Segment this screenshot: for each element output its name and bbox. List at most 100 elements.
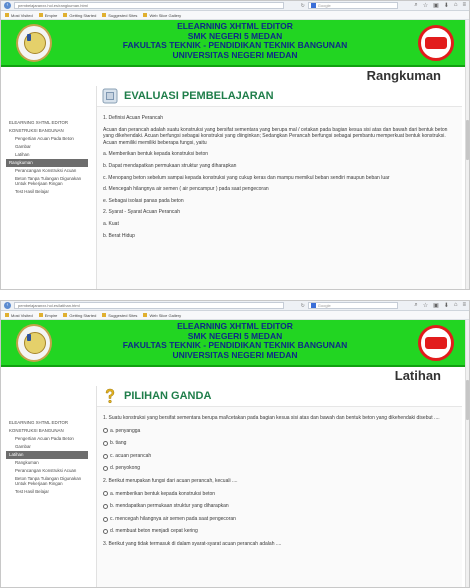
- bookmark-item[interactable]: Getting Started: [63, 13, 96, 18]
- search-icon[interactable]: ⌕: [414, 2, 417, 9]
- section-header: EVALUASI PEMBELAJARAN: [97, 86, 462, 107]
- sidebar-item[interactable]: Test Hasil Belajar: [6, 488, 88, 496]
- sidebar-item[interactable]: Perancangan Konstruksi Acuan: [6, 167, 88, 175]
- bookmark-item[interactable]: Web Slice Gallery: [143, 313, 181, 318]
- sidebar-item[interactable]: KONSTRUKSI BANGUNAN: [6, 127, 88, 135]
- bookmark-item[interactable]: Most Visited: [5, 313, 33, 318]
- sidebar-nav: ELEARNING XHTML EDITOR KONSTRUKSI BANGUN…: [6, 419, 88, 496]
- bookmarks-bar: Most Visited Empire Getting Started Sugg…: [1, 11, 469, 20]
- radio-button[interactable]: [103, 453, 108, 459]
- url-bar[interactable]: pembelajaranxx.hol.es/rangkuman.html: [14, 2, 284, 9]
- sidebar-item[interactable]: Beton Tanpa Tulangan Digunakan Untuk Pek…: [6, 175, 88, 188]
- sidebar-item-active[interactable]: Rangkuman: [6, 158, 88, 167]
- bookmark-item[interactable]: Suggested Sites: [102, 313, 137, 318]
- sidebar-item[interactable]: Pengertian Acuan Pada Beton: [6, 435, 88, 443]
- sidebar-item[interactable]: Rangkuman: [6, 459, 88, 467]
- scrollbar[interactable]: [465, 20, 469, 289]
- sidebar-item[interactable]: Gambar: [6, 143, 88, 151]
- paragraph: c. Menopang beton sebelum sampai kepada …: [103, 174, 390, 181]
- answer-option[interactable]: d. membuat beton menjadi cepat kering: [103, 528, 456, 535]
- answer-option[interactable]: c. acuan perancah: [103, 453, 456, 460]
- search-icon[interactable]: ⌕: [414, 302, 417, 309]
- search-placeholder: Google: [317, 2, 331, 8]
- paragraph: b. Berat Hidup: [103, 232, 135, 239]
- answer-option[interactable]: b. mendapatkan permukaan struktur yang d…: [103, 503, 456, 510]
- bookmark-icon: [102, 313, 107, 317]
- sidebar-item[interactable]: Latihan: [6, 151, 88, 159]
- sidebar-item[interactable]: Test Hasil Belajar: [6, 188, 88, 196]
- back-icon[interactable]: ‹: [4, 2, 11, 9]
- sidebar-item[interactable]: KONSTRUKSI BANGUNAN: [6, 427, 88, 435]
- home-icon[interactable]: ⌂: [454, 2, 458, 9]
- download-icon[interactable]: ⬇: [444, 2, 449, 9]
- section-header: PILIHAN GANDA: [97, 386, 462, 407]
- paragraph: a. Kuat: [103, 220, 119, 227]
- toolbar-icons: ⌕ ☆ ▣ ⬇ ⌂ ≡: [414, 2, 466, 9]
- toolbar-icons: ⌕ ☆ ▣ ⬇ ⌂ ≡: [414, 302, 466, 309]
- star-icon[interactable]: ☆: [423, 2, 428, 9]
- sidebar-item[interactable]: Perancangan Konstruksi Acuan: [6, 467, 88, 475]
- sidebar-item[interactable]: ELEARNING XHTML EDITOR: [6, 419, 88, 427]
- scrollbar-thumb[interactable]: [466, 120, 469, 160]
- scrollbar[interactable]: [465, 320, 469, 587]
- menu-icon[interactable]: ≡: [462, 302, 466, 309]
- radio-button[interactable]: [103, 491, 108, 497]
- paragraph: e. Sebagai isolasi panas pada beton: [103, 197, 184, 204]
- answer-option[interactable]: a. memberikan bentuk kepada konstruksi b…: [103, 491, 456, 498]
- download-icon[interactable]: ⬇: [444, 302, 449, 309]
- banner-line: UNIVERSITAS NEGERI MEDAN: [172, 349, 298, 360]
- bookmark-item[interactable]: Most Visited: [5, 13, 33, 18]
- search-input[interactable]: Google: [307, 2, 398, 9]
- paragraph: Acuan dan perancah adalah suatu konstruk…: [103, 126, 448, 146]
- clipboard-icon[interactable]: ▣: [433, 302, 439, 309]
- bookmark-icon: [5, 313, 9, 317]
- star-icon[interactable]: ☆: [423, 302, 428, 309]
- browser-toolbar: ‹ pembelajaranxx.hol.es/latihan.html ↻ G…: [1, 301, 469, 311]
- answer-option[interactable]: b. tiang: [103, 440, 456, 447]
- bookmark-icon: [102, 13, 107, 17]
- sidebar-item[interactable]: Beton Tanpa Tulangan Digunakan Untuk Pek…: [6, 475, 88, 488]
- answer-option[interactable]: a. penyangga: [103, 428, 456, 435]
- section-title: EVALUASI PEMBELAJARAN: [124, 90, 274, 102]
- site-banner: ELEARNING XHTML EDITOR SMK NEGERI 5 MEDA…: [1, 320, 469, 367]
- radio-button[interactable]: [103, 440, 108, 446]
- reload-icon[interactable]: ↻: [301, 3, 305, 9]
- sidebar-item[interactable]: Gambar: [6, 443, 88, 451]
- question-1: 1. Suatu konstruksi yang bersifat sement…: [103, 415, 440, 421]
- sidebar-item[interactable]: ELEARNING XHTML EDITOR: [6, 119, 88, 127]
- bookmark-item[interactable]: Empire: [38, 313, 57, 318]
- question-2: 2. Berikut merupakan fungsi dari acuan p…: [103, 477, 238, 484]
- brand-logo: [418, 25, 454, 61]
- quiz-content: 1. Suatu konstruksi yang bersifat sement…: [97, 407, 462, 548]
- reload-icon[interactable]: ↻: [301, 303, 305, 309]
- url-bar[interactable]: pembelajaranxx.hol.es/latihan.html: [14, 302, 284, 309]
- radio-button[interactable]: [103, 529, 108, 535]
- bookmark-item[interactable]: Getting Started: [63, 313, 96, 318]
- page-heading: Latihan: [394, 368, 441, 383]
- bookmark-item[interactable]: Empire: [38, 13, 57, 18]
- scrollbar-thumb[interactable]: [466, 380, 469, 420]
- answer-option[interactable]: c. mencegah hilangnya air semen pada saa…: [103, 516, 456, 523]
- section-title: PILIHAN GANDA: [124, 390, 212, 402]
- question-mark-icon: [105, 388, 115, 404]
- sidebar-nav: ELEARNING XHTML EDITOR KONSTRUKSI BANGUN…: [6, 119, 88, 196]
- home-icon[interactable]: ⌂: [454, 302, 458, 309]
- screenshot-rangkuman: ‹ pembelajaranxx.hol.es/rangkuman.html ↻…: [0, 0, 470, 290]
- clipboard-icon[interactable]: ▣: [433, 2, 439, 9]
- radio-button[interactable]: [103, 428, 108, 434]
- sidebar-item-active[interactable]: Latihan: [6, 450, 88, 459]
- bookmark-icon: [38, 313, 43, 317]
- menu-icon[interactable]: ≡: [462, 2, 466, 9]
- answer-option[interactable]: d. penyokong: [103, 465, 456, 472]
- bookmark-icon: [63, 313, 68, 317]
- sidebar-item[interactable]: Pengertian Acuan Pada Beton: [6, 135, 88, 143]
- back-icon[interactable]: ‹: [4, 302, 11, 309]
- radio-button[interactable]: [103, 516, 108, 522]
- bookmark-item[interactable]: Web Slice Gallery: [143, 13, 181, 18]
- bookmark-item[interactable]: Suggested Sites: [102, 13, 137, 18]
- radio-button[interactable]: [103, 503, 108, 509]
- paragraph: b. Dapat mendapatkan permukaan struktur …: [103, 162, 237, 169]
- radio-button[interactable]: [103, 466, 108, 472]
- brand-logo: [418, 325, 454, 361]
- search-input[interactable]: Google: [307, 302, 398, 309]
